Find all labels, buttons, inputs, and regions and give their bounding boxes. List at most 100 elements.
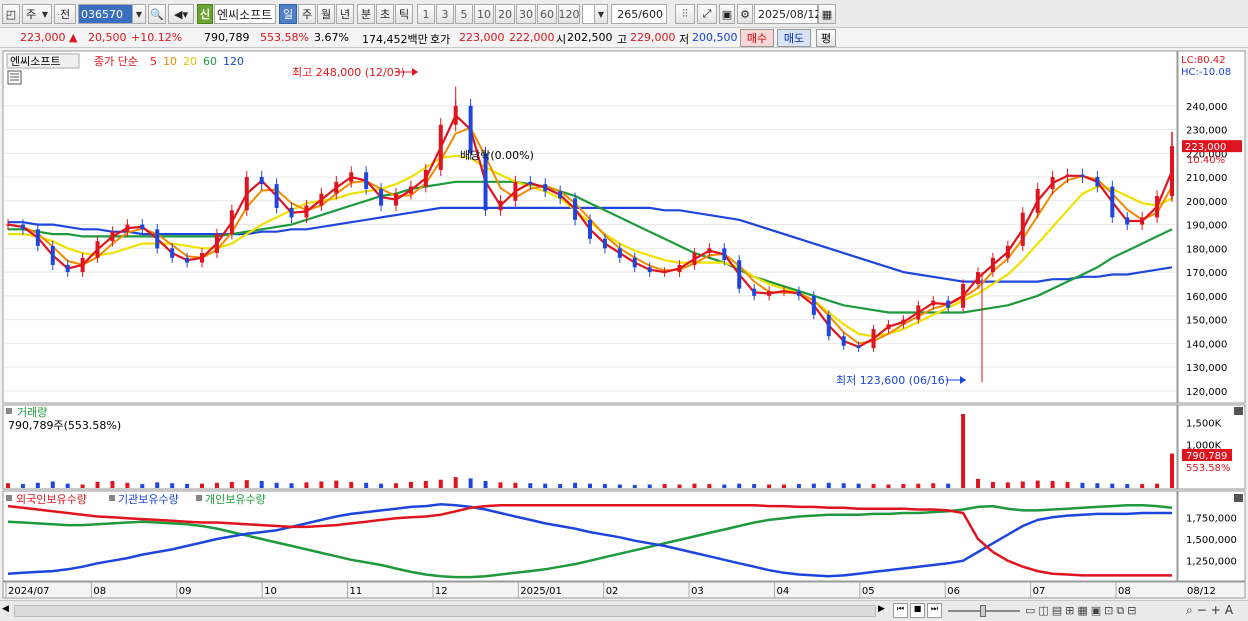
gear-icon[interactable]: ⚙ bbox=[737, 4, 753, 24]
volume-bar bbox=[1155, 483, 1160, 488]
tab-year[interactable]: 년 bbox=[336, 4, 354, 24]
scroll-track[interactable] bbox=[14, 605, 876, 617]
interval-3[interactable]: 3 bbox=[436, 4, 454, 24]
ma-120-label: 120 bbox=[223, 55, 244, 68]
interval-30[interactable]: 30 bbox=[516, 4, 536, 24]
candle-body bbox=[65, 264, 70, 273]
candle-body bbox=[185, 257, 190, 263]
rewind-icon[interactable]: ⏮ bbox=[893, 603, 908, 618]
candle-body bbox=[647, 267, 652, 273]
calendar-icon[interactable]: ▦ bbox=[818, 4, 836, 24]
date-input[interactable]: 2025/08/12 bbox=[754, 4, 821, 24]
save-icon[interactable]: ▣ bbox=[719, 4, 735, 24]
date-label: 04 bbox=[776, 586, 789, 597]
candle-body bbox=[304, 205, 309, 218]
volume-bar bbox=[1020, 481, 1025, 488]
holdings-tick-label: 1,750,000 bbox=[1186, 513, 1237, 524]
sound-icon[interactable]: ◀▾ bbox=[168, 4, 194, 24]
tab-tick[interactable]: 틱 bbox=[395, 4, 413, 24]
interval-5[interactable]: 5 bbox=[455, 4, 473, 24]
scroll-left-icon[interactable]: ◀ bbox=[2, 604, 14, 618]
tab-week[interactable]: 주 bbox=[298, 4, 316, 24]
new-badge[interactable]: 신 bbox=[197, 4, 213, 24]
volume-bar bbox=[349, 481, 354, 488]
mode-select[interactable]: 주 ▼ bbox=[22, 4, 52, 24]
candle-body bbox=[1005, 245, 1010, 258]
lc-label: LC:80.42 bbox=[1181, 55, 1226, 66]
chart-area[interactable]: 240,000230,000220,000210,000200,000190,0… bbox=[0, 48, 1248, 600]
volume-legend-icon bbox=[6, 408, 12, 414]
tab-minute[interactable]: 분 bbox=[357, 4, 375, 24]
interval-120[interactable]: 120 bbox=[558, 4, 580, 24]
volume-bar bbox=[931, 483, 936, 488]
tab-month[interactable]: 월 bbox=[317, 4, 335, 24]
drawing-tool-icon[interactable]: ⤢ bbox=[697, 4, 717, 24]
volume-bar bbox=[155, 482, 160, 488]
holdings-close-icon[interactable] bbox=[1234, 494, 1243, 502]
volume-bar bbox=[588, 483, 592, 488]
volume-bar bbox=[35, 482, 40, 488]
volume-panel bbox=[2, 404, 1178, 490]
volume-bar bbox=[692, 483, 697, 488]
date-label: 10 bbox=[264, 586, 277, 597]
mode-label: 주 bbox=[26, 8, 37, 21]
candle-body bbox=[438, 124, 443, 170]
candle-body bbox=[916, 305, 921, 320]
tab-second[interactable]: 초 bbox=[376, 4, 394, 24]
candle-body bbox=[990, 257, 995, 273]
volume-bar bbox=[558, 484, 563, 488]
stock-code-input[interactable]: 036570 bbox=[78, 4, 138, 24]
bottom-scrollbar[interactable]: ◀ ▶ ⏮ ■ ⏭ ▭◫▤⊞▦▣⊡⧉⊟ ⌕−+A bbox=[0, 600, 1248, 621]
volume-bar bbox=[856, 483, 861, 488]
open-price: 202,500 bbox=[567, 31, 613, 44]
volume-bar bbox=[1050, 481, 1055, 488]
candle-body bbox=[752, 288, 757, 296]
interval-dropdown-icon[interactable]: ▼ bbox=[594, 4, 608, 24]
interval-20[interactable]: 20 bbox=[495, 4, 515, 24]
volume-bar bbox=[244, 480, 249, 488]
layout-icons[interactable]: ▭◫▤⊞▦▣⊡⧉⊟ bbox=[1025, 604, 1139, 618]
code-dropdown-icon[interactable]: ▼ bbox=[132, 4, 146, 24]
volume-close-icon[interactable] bbox=[1234, 407, 1243, 415]
zoom-controls[interactable]: ⌕−+A bbox=[1186, 603, 1237, 618]
candle-body bbox=[1125, 217, 1130, 225]
candle-body bbox=[1020, 212, 1025, 246]
volume-bar bbox=[408, 481, 413, 488]
eval-button[interactable]: 평 bbox=[816, 29, 836, 47]
volume-bar bbox=[513, 482, 518, 488]
candle-body bbox=[170, 248, 175, 258]
volume-title: 거래량 bbox=[17, 406, 47, 419]
sell-button[interactable]: 매도 bbox=[777, 29, 811, 47]
stop-icon[interactable]: ■ bbox=[910, 603, 925, 618]
candle-body bbox=[289, 207, 294, 218]
ma-20-label: 20 bbox=[183, 55, 197, 68]
search-icon[interactable]: 🔍 bbox=[148, 4, 166, 24]
prev-button[interactable]: 전 bbox=[54, 4, 76, 24]
ma-label: 종가 단순 bbox=[94, 55, 138, 68]
window-menu-icon[interactable]: ◰ bbox=[2, 4, 20, 24]
hc-label: HC:-10.08 bbox=[1181, 67, 1231, 78]
interval-60[interactable]: 60 bbox=[537, 4, 557, 24]
buy-button[interactable]: 매수 bbox=[740, 29, 774, 47]
volume-bar bbox=[961, 414, 966, 488]
date-label: 12 bbox=[435, 586, 448, 597]
volume-bar bbox=[20, 484, 25, 488]
interval-1[interactable]: 1 bbox=[417, 4, 435, 24]
candle-body bbox=[588, 219, 592, 239]
zoom-slider-handle[interactable] bbox=[980, 605, 986, 617]
scroll-right-icon[interactable]: ▶ bbox=[878, 604, 890, 618]
holdings-legend-icon-3 bbox=[196, 495, 202, 501]
count-field[interactable]: 265/600 bbox=[611, 4, 667, 24]
bid-price: 222,000 bbox=[509, 31, 555, 44]
price-tick-label: 120,000 bbox=[1186, 387, 1227, 398]
stock-name-field[interactable]: 엔씨소프트 bbox=[214, 4, 276, 24]
candle-body bbox=[543, 184, 548, 192]
candle-type-icon[interactable]: ⫶⫶ bbox=[675, 4, 695, 24]
forward-icon[interactable]: ⏭ bbox=[927, 603, 942, 618]
interval-10[interactable]: 10 bbox=[474, 4, 494, 24]
date-label: 07 bbox=[1033, 586, 1046, 597]
candle-body bbox=[722, 248, 727, 261]
candle-body bbox=[528, 181, 533, 185]
tab-day[interactable]: 일 bbox=[279, 4, 297, 24]
holdings-tick-label: 1,500,000 bbox=[1186, 535, 1237, 546]
